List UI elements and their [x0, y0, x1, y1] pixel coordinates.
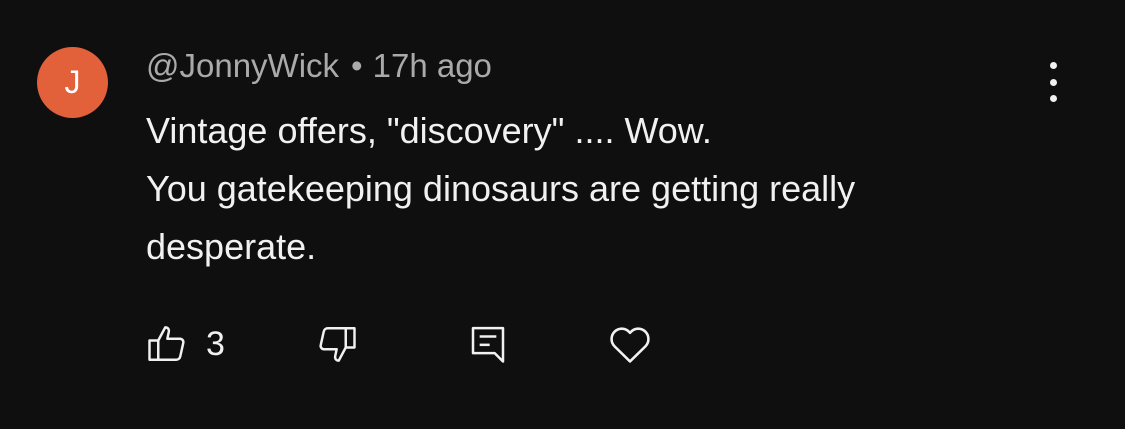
comment-text: Vintage offers, "discovery" .... Wow. Yo…	[146, 102, 1046, 276]
dislike-button[interactable]	[316, 318, 358, 370]
thumbs-down-icon	[319, 327, 356, 362]
comment-line: Vintage offers, "discovery" .... Wow.	[146, 110, 712, 151]
comment-timestamp[interactable]: 17h ago	[373, 47, 492, 84]
comment-header: @JonnyWick • 17h ago	[146, 47, 492, 85]
avatar[interactable]: J	[37, 47, 108, 118]
heart-button[interactable]	[608, 318, 652, 370]
meta-separator: •	[351, 47, 363, 84]
author-handle[interactable]: @JonnyWick	[146, 47, 339, 84]
like-button[interactable]: 3	[146, 318, 225, 370]
reply-button[interactable]	[468, 318, 508, 370]
thumbs-up-icon	[148, 326, 185, 361]
reply-comment-icon	[471, 326, 505, 363]
heart-icon	[610, 327, 650, 363]
more-vertical-icon[interactable]	[1036, 62, 1070, 102]
comment-line: You gatekeeping dinosaurs are getting re…	[146, 168, 856, 209]
comment-line: desperate.	[146, 226, 317, 267]
comment-item: J @JonnyWick • 17h ago Vintage offers, "di…	[0, 0, 1125, 429]
like-count: 3	[206, 324, 225, 363]
avatar-letter: J	[64, 64, 81, 100]
